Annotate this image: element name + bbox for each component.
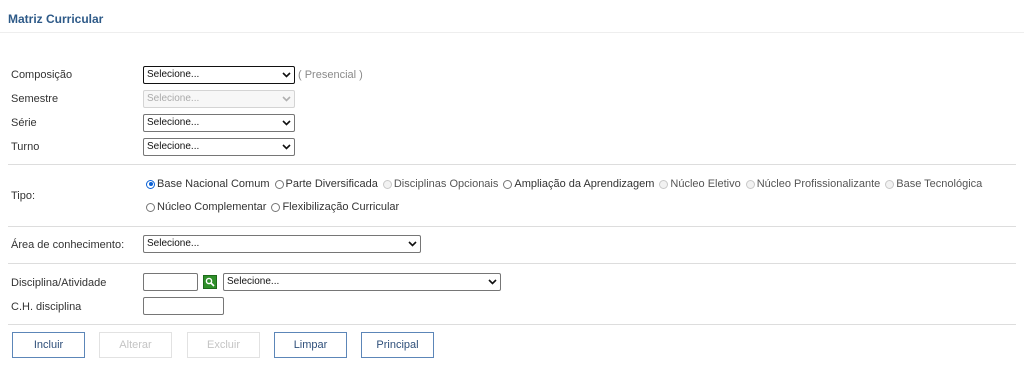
tipo-option-label: Base Nacional Comum (157, 178, 270, 190)
radio-icon (745, 179, 755, 189)
disciplina-search-button[interactable] (203, 275, 217, 289)
section-divider (8, 324, 1016, 325)
tipo-option-parte-diversificada[interactable]: Parte Diversificada (274, 178, 378, 190)
ch-label: C.H. disciplina (11, 301, 82, 313)
turno-select[interactable]: Selecione... (143, 138, 295, 156)
tipo-option-label: Núcleo Profissionalizante (756, 178, 881, 190)
section-divider (8, 263, 1016, 264)
turno-select-value: Selecione... (147, 141, 200, 152)
disciplina-select-value: Selecione... (227, 276, 280, 287)
incluir-button[interactable]: Incluir (12, 332, 85, 358)
excluir-button: Excluir (187, 332, 260, 358)
limpar-button[interactable]: Limpar (274, 332, 347, 358)
radio-icon (382, 179, 392, 189)
radio-icon (146, 202, 155, 212)
serie-label: Série (11, 117, 37, 129)
tipo-option-label: Ampliação da Aprendizagem (514, 178, 655, 190)
section-divider (8, 226, 1016, 227)
tipo-option-label: Núcleo Complementar (157, 201, 267, 213)
chevron-down-icon (281, 67, 291, 83)
radio-icon (885, 179, 895, 189)
tipo-option-base-nacional-comum[interactable]: Base Nacional Comum (146, 178, 270, 190)
radio-icon (271, 202, 281, 212)
tipo-option-nucleo-eletivo: Núcleo Eletivo (659, 178, 741, 190)
disciplina-label: Disciplina/Atividade (11, 277, 107, 289)
tipo-option-nucleo-profissionalizante: Núcleo Profissionalizante (745, 178, 881, 190)
alterar-button: Alterar (99, 332, 172, 358)
page-title: Matriz Curricular (8, 12, 104, 26)
principal-button[interactable]: Principal (361, 332, 434, 358)
composicao-select-value: Selecione... (147, 69, 200, 80)
area-select-value: Selecione... (147, 238, 200, 249)
tipo-option-disciplinas-opcionais: Disciplinas Opcionais (382, 178, 499, 190)
serie-select-value: Selecione... (147, 117, 200, 128)
tipo-option-label: Flexibilização Curricular (282, 201, 400, 213)
section-divider (8, 164, 1016, 165)
tipo-option-ampliacao-aprendizagem[interactable]: Ampliação da Aprendizagem (503, 178, 654, 190)
tipo-radio-row-2: Núcleo Complementar Flexibilização Curri… (146, 201, 404, 213)
ch-input[interactable] (143, 297, 224, 315)
chevron-down-icon (487, 274, 497, 290)
title-divider (0, 32, 1024, 33)
radio-icon (274, 179, 284, 189)
radio-icon (146, 179, 155, 189)
tipo-option-flexibilizacao-curricular[interactable]: Flexibilização Curricular (271, 201, 399, 213)
tipo-option-base-tecnologica: Base Tecnológica (885, 178, 982, 190)
chevron-down-icon (281, 91, 291, 107)
radio-icon (659, 179, 669, 189)
composicao-label: Composição (11, 69, 73, 81)
chevron-down-icon (407, 236, 417, 252)
tipo-option-label: Parte Diversificada (285, 178, 378, 190)
chevron-down-icon (281, 139, 291, 155)
turno-label: Turno (11, 141, 40, 153)
tipo-option-nucleo-complementar[interactable]: Núcleo Complementar (146, 201, 266, 213)
tipo-option-label: Núcleo Eletivo (670, 178, 741, 190)
area-select[interactable]: Selecione... (143, 235, 421, 253)
tipo-label: Tipo: (11, 190, 36, 202)
search-icon (205, 277, 215, 287)
chevron-down-icon (281, 115, 291, 131)
disciplina-select[interactable]: Selecione... (223, 273, 501, 291)
disciplina-code-input[interactable] (143, 273, 198, 291)
tipo-option-label: Disciplinas Opcionais (393, 178, 499, 190)
tipo-option-label: Base Tecnológica (896, 178, 983, 190)
semestre-label: Semestre (11, 93, 59, 105)
modalidade-hint: ( Presencial ) (298, 69, 363, 81)
semestre-select-value: Selecione... (147, 93, 200, 104)
semestre-select: Selecione... (143, 90, 295, 108)
composicao-select[interactable]: Selecione... (143, 66, 295, 84)
area-label: Área de conhecimento: (11, 239, 125, 251)
tipo-radio-row-1: Base Nacional Comum Parte Diversificada … (146, 178, 987, 190)
serie-select[interactable]: Selecione... (143, 114, 295, 132)
radio-icon (503, 179, 513, 189)
